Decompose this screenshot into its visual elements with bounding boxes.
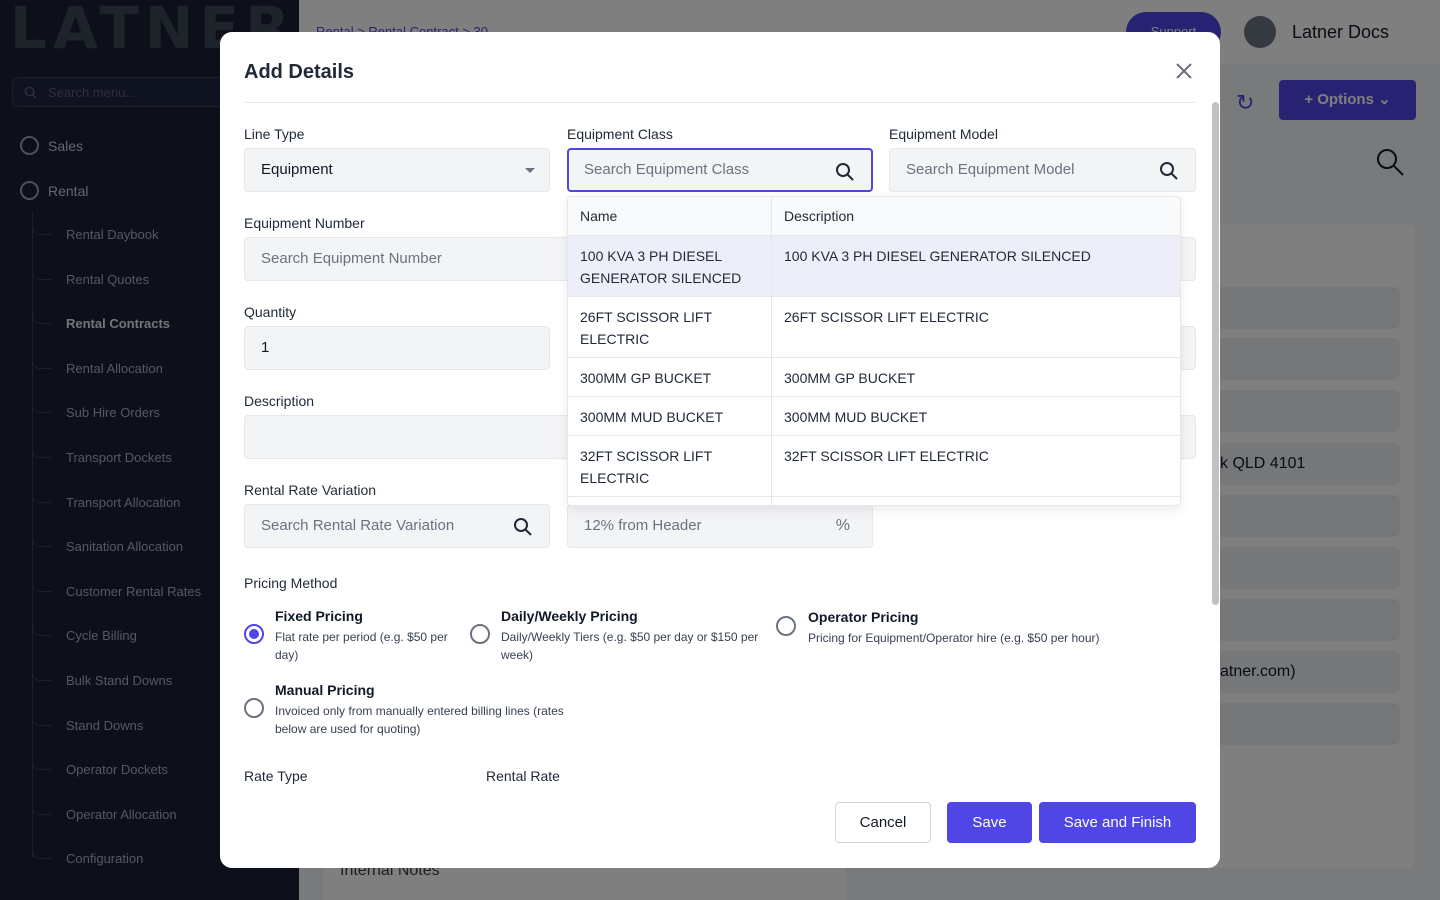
equipment-class-placeholder: Search Equipment Class (584, 161, 750, 178)
save-button[interactable]: Save (947, 802, 1032, 843)
header-percent-input[interactable]: 12% from Header % (567, 504, 873, 548)
dropdown-row[interactable]: 26FT SCISSOR LIFT ELECTRIC 26FT SCISSOR … (568, 297, 1180, 358)
row-description: 26FT SCISSOR LIFT ELECTRIC (784, 309, 989, 325)
equipment-model-input[interactable]: Search Equipment Model (889, 148, 1196, 192)
cancel-button[interactable]: Cancel (835, 802, 931, 843)
dropdown-row[interactable]: 300MM GP BUCKET 300MM GP BUCKET (568, 358, 1180, 397)
line-type-value: Equipment (261, 161, 333, 178)
row-description: 32FT SCISSOR LIFT ELECTRIC (784, 448, 989, 464)
equipment-number-label: Equipment Number (244, 215, 365, 231)
quantity-value: 1 (261, 339, 270, 356)
equipment-model-label: Equipment Model (889, 126, 998, 142)
rental-rate-variation-label: Rental Rate Variation (244, 482, 377, 498)
equipment-class-dropdown[interactable]: Name Description 100 KVA 3 PH DIESEL GEN… (567, 196, 1181, 506)
description-label: Description (244, 393, 315, 409)
row-description: 300MM MUD BUCKET (784, 409, 928, 425)
row-name: 100 KVA 3 PH DIESEL GENERATOR SILENCED (580, 248, 742, 286)
search-icon[interactable] (513, 517, 533, 537)
line-type-label: Line Type (244, 126, 305, 142)
dropdown-row[interactable]: 32FT SCISSOR LIFT ELECTRIC 32FT SCISSOR … (568, 436, 1180, 497)
manual-pricing-title: Manual Pricing (275, 682, 375, 698)
chevron-down-icon (525, 168, 535, 173)
dropdown-header: Name Description (568, 197, 1180, 236)
operator-pricing-title: Operator Pricing (808, 609, 919, 625)
add-details-modal: Add Details Line Type Equipment Equipmen… (220, 32, 1220, 868)
line-type-select[interactable]: Equipment (244, 148, 550, 192)
equipment-class-label: Equipment Class (567, 126, 673, 142)
modal-title: Add Details (244, 61, 355, 83)
dropdown-row[interactable]: 300MM MUD BUCKET 300MM MUD BUCKET (568, 397, 1180, 436)
equipment-number-placeholder: Search Equipment Number (261, 250, 442, 267)
column-header-name: Name (580, 208, 618, 224)
daily-weekly-pricing-desc: Daily/Weekly Tiers (e.g. $50 per day or … (501, 630, 759, 662)
row-description: 100 KVA 3 PH DIESEL GENERATOR SILENCED (784, 248, 1091, 264)
rental-rate-variation-placeholder: Search Rental Rate Variation (261, 517, 455, 534)
quantity-input[interactable]: 1 (244, 326, 550, 370)
fixed-pricing-radio[interactable] (244, 624, 264, 644)
manual-pricing-radio[interactable] (244, 698, 264, 718)
column-header-description: Description (784, 208, 855, 224)
rental-rate-label: Rental Rate (486, 768, 560, 784)
quantity-label: Quantity (244, 304, 297, 320)
row-name: 26FT SCISSOR LIFT ELECTRIC (580, 309, 712, 347)
fixed-pricing-title: Fixed Pricing (275, 608, 363, 624)
rental-rate-variation-input[interactable]: Search Rental Rate Variation (244, 504, 550, 548)
column-divider (771, 197, 772, 505)
daily-weekly-pricing-radio[interactable] (470, 624, 490, 644)
dropdown-row[interactable]: 100 KVA 3 PH DIESEL GENERATOR SILENCED 1… (568, 236, 1180, 297)
close-icon[interactable] (1170, 60, 1198, 84)
daily-weekly-pricing-title: Daily/Weekly Pricing (501, 608, 638, 624)
row-name: 300MM GP BUCKET (580, 370, 712, 386)
percent-suffix: % (835, 517, 850, 534)
row-name: 300MM MUD BUCKET (580, 409, 724, 425)
equipment-model-placeholder: Search Equipment Model (906, 161, 1075, 178)
manual-pricing-desc: Invoiced only from manually entered bill… (275, 704, 564, 736)
save-and-finish-button[interactable]: Save and Finish (1039, 802, 1196, 843)
rate-type-label: Rate Type (244, 768, 308, 784)
search-icon[interactable] (1159, 161, 1179, 181)
modal-scrollbar[interactable] (1212, 102, 1219, 605)
row-description: 300MM GP BUCKET (784, 370, 916, 386)
pricing-method-label: Pricing Method (244, 575, 338, 591)
equipment-class-input[interactable]: Search Equipment Class (567, 148, 873, 192)
modal-divider (244, 102, 1196, 103)
row-name: 32FT SCISSOR LIFT ELECTRIC (580, 448, 712, 486)
fixed-pricing-desc: Flat rate per period (e.g. $50 per day) (275, 630, 448, 662)
operator-pricing-radio[interactable] (776, 616, 796, 636)
operator-pricing-desc: Pricing for Equipment/Operator hire (e.g… (808, 631, 1100, 645)
header-percent-placeholder: 12% from Header (584, 517, 702, 534)
search-icon[interactable] (835, 162, 855, 182)
